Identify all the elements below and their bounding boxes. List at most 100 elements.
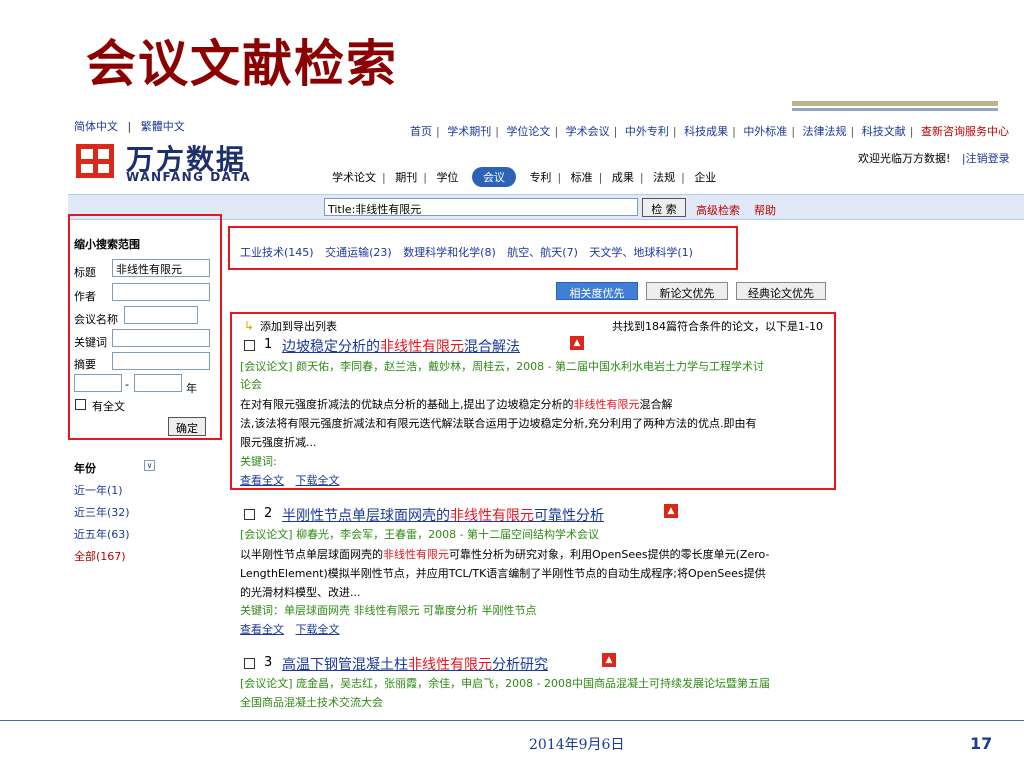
nav-patents[interactable]: 中外专利	[625, 125, 669, 138]
search-button[interactable]: 检 索	[642, 198, 686, 217]
year-dash: -	[125, 378, 129, 391]
slide-date: 2014年9月6日	[529, 737, 625, 753]
sort-newest-button[interactable]: 新论文优先	[646, 282, 728, 300]
type-conference-active[interactable]: 会议	[471, 167, 516, 187]
type-achievement[interactable]: 成果	[612, 171, 634, 184]
type-thesis-all[interactable]: 学术论文	[332, 171, 376, 184]
type-journal[interactable]: 期刊	[395, 171, 417, 184]
pdf-icon[interactable]: ▲	[602, 653, 616, 667]
nav-conference[interactable]: 学术会议	[566, 125, 610, 138]
result-title-link[interactable]: 高温下钢管混凝土柱非线性有限元分析研究	[282, 654, 548, 674]
nav-degree[interactable]: 学位论文	[506, 125, 550, 138]
welcome-text: 欢迎光临万方数据!	[858, 152, 951, 165]
type-degree[interactable]: 学位	[436, 171, 458, 184]
export-arrow-icon: ↳	[244, 319, 255, 333]
result-keywords: 关键词:	[240, 455, 277, 468]
filter-title-input[interactable]: 非线性有限元	[112, 259, 210, 277]
type-nav: 学术论文 | 期刊 | 学位 会议 专利 | 标准 | 成果 | 法规 | 企业	[332, 167, 716, 187]
year-link-3[interactable]: 近三年(32)	[74, 504, 130, 520]
result-number: 1	[264, 337, 273, 352]
sort-classic-button[interactable]: 经典论文优先	[736, 282, 826, 300]
sidebar-heading: 缩小搜索范围	[74, 238, 140, 251]
pdf-icon[interactable]: ▲	[664, 504, 678, 518]
result-meta: [会议论文] 柳春光，李会军，王春雷，2008 - 第十二届空间结构学术会议	[240, 528, 600, 541]
result-checkbox[interactable]	[244, 658, 255, 669]
result-abstract: 以半刚性节点单层球面网壳的非线性有限元可靠性分析为研究对象，利用OpenSees…	[240, 548, 770, 561]
download-fulltext-link[interactable]: 下载全文	[296, 474, 340, 487]
year-from-input[interactable]	[74, 374, 122, 392]
result-meta: [会议论文] 颜天佑，李同春，赵兰浩，戴妙林，周桂云，2008 - 第二届中国水…	[240, 360, 765, 373]
result-checkbox[interactable]	[244, 340, 255, 351]
nav-standards[interactable]: 中外标准	[743, 125, 787, 138]
help-link[interactable]: 帮助	[754, 202, 776, 218]
logo-text-en: WANFANG DATA	[126, 170, 252, 184]
wanfang-screenshot: 简体中文 | 繁體中文 万方数据 WANFANG DATA 首页 | 学术期刊 | …	[68, 112, 1024, 712]
view-fulltext-link[interactable]: 查看全文	[240, 474, 284, 487]
year-to-input[interactable]	[134, 374, 182, 392]
category-link[interactable]: 天文学、地球科学(1)	[589, 246, 693, 259]
category-bar: 工业技术(145) 交通运输(23) 数理科学和化学(8) 航空、航天(7) 天…	[240, 244, 693, 260]
result-title-link[interactable]: 边坡稳定分析的非线性有限元混合解法	[282, 336, 520, 356]
category-link[interactable]: 航空、航天(7)	[507, 246, 578, 259]
category-link[interactable]: 数理科学和化学(8)	[403, 246, 496, 259]
filter-author-input[interactable]	[112, 283, 210, 301]
result-count: 共找到184篇符合条件的论文，以下是1-10	[612, 320, 823, 333]
result-checkbox[interactable]	[244, 509, 255, 520]
welcome-bar: 欢迎光临万方数据! |注销登录	[858, 150, 1010, 166]
result-keywords: 关键词：单层球面网壳 非线性有限元 可靠度分析 半刚性节点	[240, 604, 537, 617]
wanfang-logo-icon	[76, 144, 114, 178]
slide-title: 会议文献检索	[86, 35, 398, 93]
view-fulltext-link[interactable]: 查看全文	[240, 623, 284, 636]
advanced-search-link[interactable]: 高级检索	[696, 202, 740, 218]
search-input[interactable]: Title:非线性有限元	[324, 198, 638, 216]
sort-relevance-button[interactable]: 相关度优先	[556, 282, 638, 300]
result-abstract: 在对有限元强度折减法的优缺点分析的基础上,提出了边坡稳定分析的非线性有限元混合解	[240, 398, 673, 411]
filter-abstract-input[interactable]	[112, 352, 210, 370]
filter-keyword-input[interactable]	[112, 329, 210, 347]
year-link-all[interactable]: 全部(167)	[74, 548, 126, 564]
filter-label-author: 作者	[74, 290, 96, 303]
type-law[interactable]: 法规	[653, 171, 675, 184]
nav-achievements[interactable]: 科技成果	[684, 125, 728, 138]
lang-simplified-link[interactable]: 简体中文	[74, 120, 118, 133]
footer-divider	[0, 720, 1024, 721]
decorative-bar	[792, 101, 998, 106]
download-fulltext-link[interactable]: 下载全文	[296, 623, 340, 636]
language-switch: 简体中文 | 繁體中文	[74, 120, 185, 133]
type-patent[interactable]: 专利	[529, 171, 551, 184]
top-nav: 首页 | 学术期刊 | 学位论文 | 学术会议 | 中外专利 | 科技成果 | 中外标准 | …	[410, 125, 1009, 138]
nav-novelty-service[interactable]: 查新咨询服务中心	[921, 125, 1009, 138]
result-abstract: LengthElement)模拟半刚性节点，并应用TCL/TK语言编制了半刚性节…	[240, 567, 766, 580]
filter-label-conference: 会议名称	[74, 313, 118, 326]
nav-home[interactable]: 首页	[410, 125, 432, 138]
add-export-link[interactable]: 添加到导出列表	[260, 318, 337, 334]
type-standard[interactable]: 标准	[571, 171, 593, 184]
result-number: 2	[264, 506, 273, 521]
type-enterprise[interactable]: 企业	[694, 171, 716, 184]
year-suffix: 年	[186, 382, 197, 395]
collapse-chevron-icon[interactable]: ∨	[144, 460, 155, 471]
filter-conference-input[interactable]	[124, 306, 198, 324]
pdf-icon[interactable]: ▲	[570, 336, 584, 350]
result-number: 3	[264, 655, 273, 670]
category-link[interactable]: 交通运输(23)	[325, 246, 392, 259]
nav-journals[interactable]: 学术期刊	[447, 125, 491, 138]
result-abstract: 限元强度折减...	[240, 436, 317, 449]
result-meta: [会议论文] 庞金昌，吴志红，张丽霞，余佳，申启飞，2008 - 2008中国商…	[240, 677, 771, 690]
fulltext-label: 有全文	[92, 400, 125, 413]
filter-label-keyword: 关键词	[74, 336, 107, 349]
result-actions: 查看全文 下载全文	[240, 621, 340, 637]
result-title-link[interactable]: 半刚性节点单层球面网壳的非线性有限元可靠性分析	[282, 505, 604, 525]
filter-label-abstract: 摘要	[74, 358, 96, 371]
slide-page-number: 17	[970, 734, 993, 753]
logout-link[interactable]: |注销登录	[962, 152, 1010, 165]
year-link-5[interactable]: 近五年(63)	[74, 526, 130, 542]
year-link-1[interactable]: 近一年(1)	[74, 482, 123, 498]
confirm-button[interactable]: 确定	[168, 417, 206, 436]
nav-laws[interactable]: 法律法规	[803, 125, 847, 138]
filter-label-title: 标题	[74, 266, 96, 279]
category-link[interactable]: 工业技术(145)	[240, 246, 314, 259]
fulltext-checkbox[interactable]	[75, 399, 86, 410]
lang-traditional-link[interactable]: 繁體中文	[141, 120, 185, 133]
nav-literature[interactable]: 科技文献	[862, 125, 906, 138]
